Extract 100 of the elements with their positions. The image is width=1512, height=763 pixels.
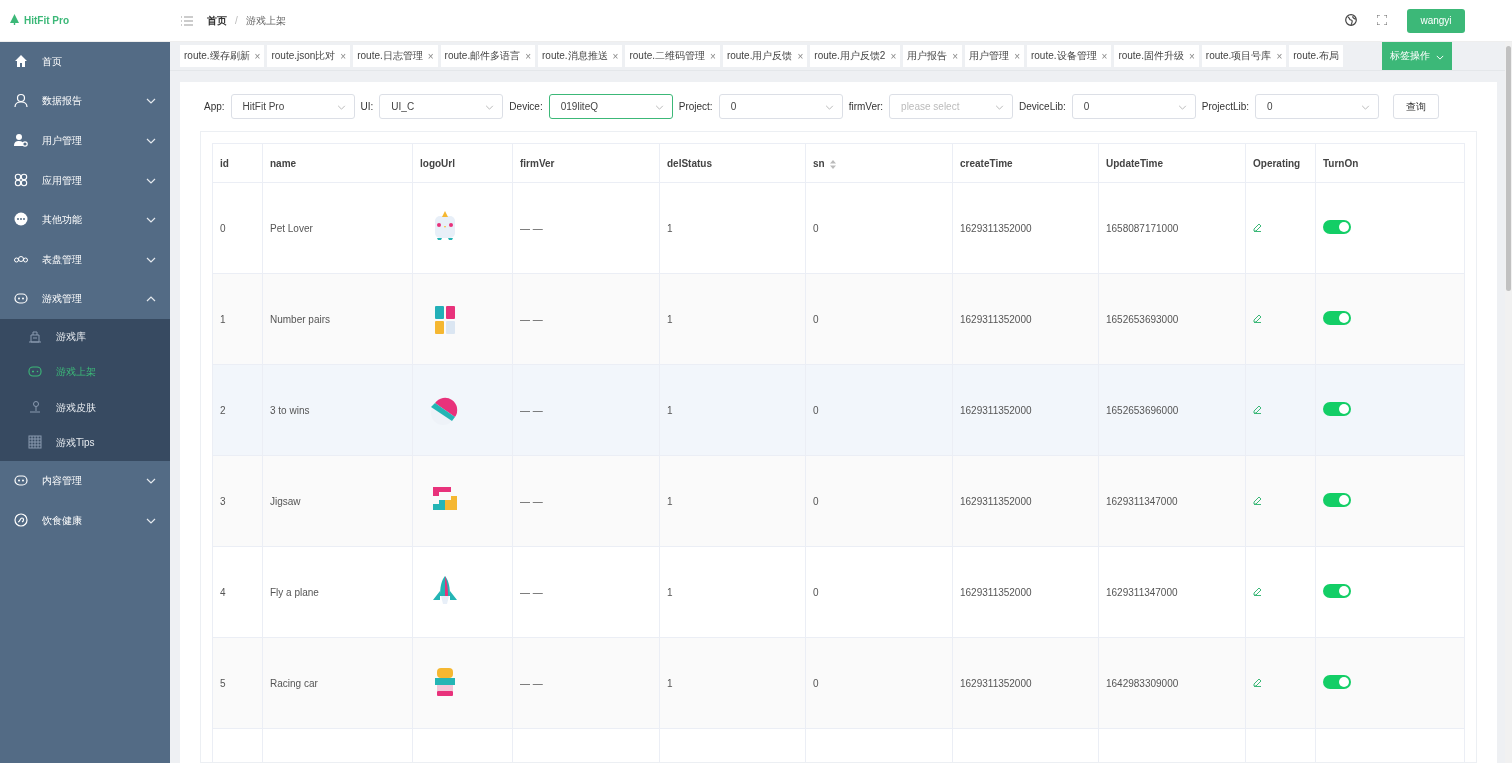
close-tab-icon[interactable]: × <box>254 50 261 62</box>
select-field[interactable]: 019liteQ <box>548 94 673 120</box>
sidebar-item[interactable]: 应用管理 <box>0 160 170 201</box>
select-field[interactable]: 0 <box>1255 94 1380 120</box>
menu-icon[interactable] <box>181 15 193 26</box>
close-tab-icon[interactable]: × <box>1188 50 1195 62</box>
globe-icon[interactable] <box>1345 13 1357 26</box>
submenu-item[interactable]: 游戏皮肤 <box>0 390 170 426</box>
page-tab[interactable]: route.用户反馈 × <box>722 45 808 67</box>
table-cell: Racing car <box>262 637 413 729</box>
sidebar-item[interactable]: 用户管理 <box>0 121 170 161</box>
column-header: id <box>212 143 263 183</box>
caret-down-icon <box>485 105 495 111</box>
close-tab-icon[interactable]: × <box>525 50 532 62</box>
caret-down-icon <box>1177 105 1187 111</box>
caret-up-icon <box>146 296 156 303</box>
filter-label: Project: <box>678 101 713 113</box>
table-cell: 0 <box>805 273 953 365</box>
table-cell: 0 <box>805 637 953 729</box>
column-header: createTime <box>952 143 1099 183</box>
toggle-switch[interactable] <box>1323 493 1351 508</box>
edit-icon[interactable] <box>1253 404 1262 414</box>
caret-down-icon <box>146 98 156 105</box>
select-field[interactable]: HitFit Pro <box>230 94 355 120</box>
select-field[interactable]: UI_C <box>379 94 504 120</box>
edit-icon[interactable] <box>1253 586 1262 596</box>
sidebar-item[interactable]: 饮食健康 <box>0 500 170 541</box>
sidebar-item[interactable]: 游戏管理 <box>0 279 170 320</box>
sidebar-item[interactable]: 其他功能 <box>0 200 170 240</box>
toggle-switch[interactable] <box>1323 311 1351 326</box>
close-tab-icon[interactable]: × <box>1101 50 1108 62</box>
submenu-item[interactable]: 游戏库 <box>0 319 170 355</box>
close-tab-icon[interactable]: × <box>340 50 347 62</box>
column-header[interactable]: sn <box>805 143 953 183</box>
page-tab[interactable]: route.缓存刷新 × <box>180 45 265 67</box>
caret-down-icon <box>146 217 156 224</box>
filter-label: UI: <box>360 101 374 113</box>
breadcrumb-separator: / <box>235 15 238 26</box>
sidebar-item[interactable]: 数据报告 <box>0 81 170 122</box>
page-tab[interactable]: route.日志管理 × <box>353 45 438 67</box>
person-pin-icon <box>28 399 42 414</box>
table-cell: 1 <box>659 455 806 547</box>
page-tab[interactable]: 用户报告 × <box>903 45 963 67</box>
user-settings-icon <box>14 133 28 147</box>
close-tab-icon[interactable]: × <box>890 50 897 62</box>
close-tab-icon[interactable]: × <box>427 50 434 62</box>
close-tab-icon[interactable]: × <box>612 50 619 62</box>
edit-icon[interactable] <box>1253 677 1262 687</box>
table-cell: 1629311352000 <box>952 182 1099 274</box>
close-tab-icon[interactable]: × <box>710 50 716 62</box>
submenu-item[interactable]: 游戏Tips <box>0 425 170 462</box>
table-cell: 0 <box>805 364 953 456</box>
edit-icon[interactable] <box>1253 313 1262 323</box>
filter-label: Device: <box>509 101 543 113</box>
sidebar-item[interactable]: 表盘管理 <box>0 239 170 280</box>
close-tab-icon[interactable]: × <box>952 50 959 62</box>
edit-icon[interactable] <box>1253 222 1262 232</box>
tree-logo-icon <box>10 14 19 25</box>
table-cell: 1629311352000 <box>952 364 1099 456</box>
table-cell: 1 <box>659 273 806 365</box>
breadcrumb-item[interactable]: 首页 <box>207 13 227 28</box>
query-button[interactable]: 查询 <box>1393 94 1440 120</box>
toggle-switch[interactable] <box>1323 675 1351 690</box>
select-field[interactable]: 0 <box>1071 94 1196 120</box>
page-tab[interactable]: route.设备管理 × <box>1026 45 1112 67</box>
page-tab[interactable]: route.json比对 × <box>267 45 351 67</box>
select-field[interactable]: 0 <box>718 94 843 120</box>
table-cell: 1 <box>659 182 806 274</box>
table-cell: 1629311352000 <box>952 546 1099 638</box>
submenu-item[interactable]: 游戏上架 <box>0 354 170 391</box>
sidebar-item[interactable]: 内容管理 <box>0 461 170 501</box>
table-cell: 1 <box>659 637 806 729</box>
page-tab[interactable]: route.用户反馈2 × <box>810 45 901 67</box>
table-cell: Jigsaw <box>262 455 413 547</box>
page-tab[interactable]: route.固件升级 × <box>1114 45 1199 67</box>
page-tab[interactable]: route.消息推送 × <box>538 45 623 67</box>
more-icon <box>14 212 28 227</box>
filter-label: firmVer: <box>848 101 884 113</box>
toggle-switch[interactable] <box>1323 220 1351 235</box>
fullscreen-icon[interactable] <box>1377 14 1387 25</box>
caret-down-icon <box>654 105 664 111</box>
filter-label: DeviceLib: <box>1019 101 1066 113</box>
table-cell: 1629311352000 <box>952 455 1099 547</box>
close-tab-icon[interactable]: × <box>797 50 804 62</box>
page-tab[interactable]: 用户管理 × <box>965 45 1024 67</box>
sidebar-item[interactable]: 首页 <box>0 42 170 82</box>
table-cell: Number pairs <box>262 273 413 365</box>
close-tab-icon[interactable]: × <box>1014 50 1020 62</box>
edit-icon[interactable] <box>1253 495 1262 505</box>
table-cell: 3 <box>212 455 263 547</box>
close-tab-icon[interactable]: × <box>1276 50 1283 62</box>
toggle-switch[interactable] <box>1323 402 1351 417</box>
page-tab[interactable]: route.邮件多语言 × <box>440 45 536 67</box>
page-tab[interactable]: route.布局 <box>1289 45 1343 67</box>
home-icon <box>14 53 28 68</box>
toggle-switch[interactable] <box>1323 584 1351 599</box>
page-tab[interactable]: route.项目号库 × <box>1201 45 1287 67</box>
sort-icon[interactable] <box>829 159 836 169</box>
page-tab[interactable]: route.二维码管理 × <box>625 45 720 67</box>
caret-down-icon <box>336 105 346 111</box>
